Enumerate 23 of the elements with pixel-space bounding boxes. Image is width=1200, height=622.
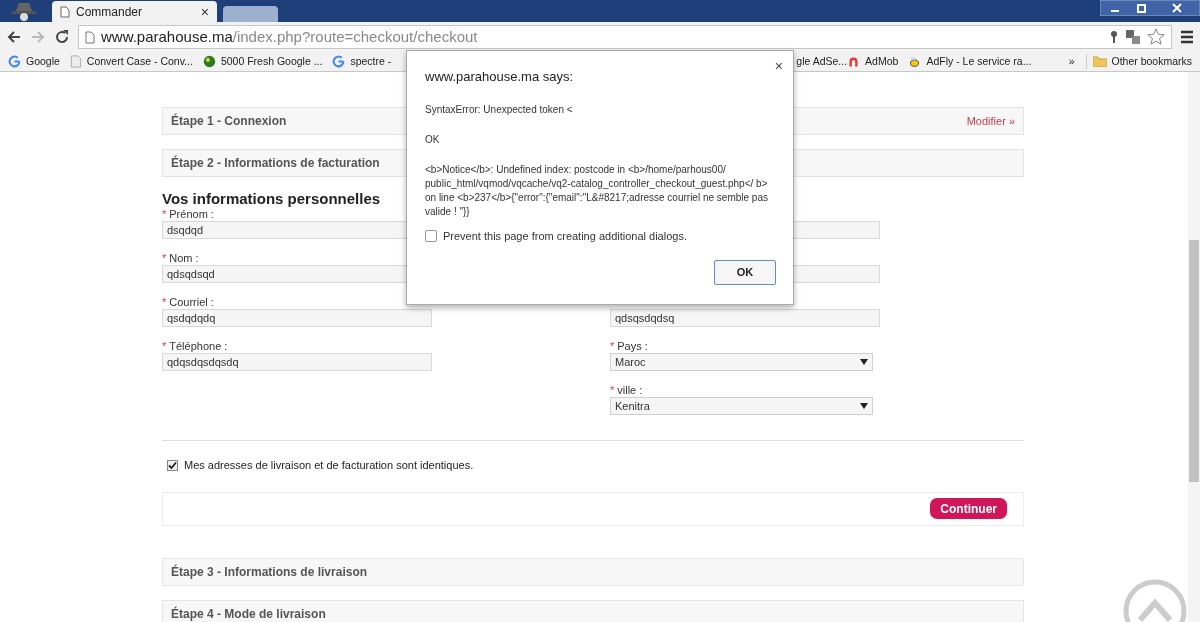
required-asterisk: * xyxy=(162,340,167,353)
required-asterisk: * xyxy=(162,208,167,221)
dialog-message: SyntaxError: Unexpected token < xyxy=(425,102,574,117)
field-label: Courriel : xyxy=(169,296,214,309)
field-label: Pays : xyxy=(617,340,648,353)
field-label: Téléphone : xyxy=(169,340,228,353)
required-asterisk: * xyxy=(610,384,615,397)
step-title: Étape 4 - Mode de livraison xyxy=(171,605,326,622)
step-title: Étape 3 - Informations de livraison xyxy=(171,563,368,581)
step-title: Étape 1 - Connexion xyxy=(171,112,287,130)
field-label: ville : xyxy=(617,384,643,397)
required-asterisk: * xyxy=(162,296,167,309)
required-asterisk: * xyxy=(162,252,167,265)
dialog-message: OK xyxy=(425,132,441,147)
step-title: Étape 2 - Informations de facturation xyxy=(171,154,380,172)
tab-title: Commander xyxy=(76,3,144,21)
url-text: www.parahouse.ma/index.php?route=checkout/checkout xyxy=(101,26,478,47)
field-label: Prénom : xyxy=(169,208,214,221)
field-label: Nom : xyxy=(169,252,199,265)
dialog-message: <b>Notice</b>: Undefined index: postcode in <b>/home/parhous00/ public_html/vqmod/vqcache/vq2-catalog_controller_checkout_guest.php</ b> on line <b>237</b>{"error":{"email":"L&#8217;adresse courriel ne semble pas valide ! "}} xyxy=(425,162,769,219)
section-title: Vos informations personnelles xyxy=(162,190,381,208)
required-asterisk: * xyxy=(610,340,615,353)
dialog-title: www.parahouse.ma says: xyxy=(425,68,574,86)
